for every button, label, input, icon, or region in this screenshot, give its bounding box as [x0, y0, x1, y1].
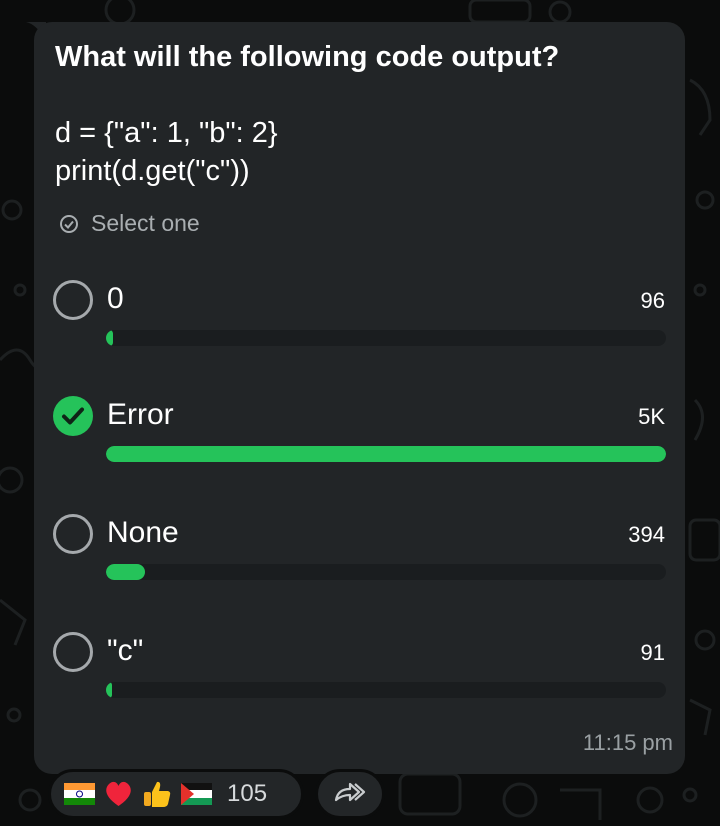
- option-label: "c": [107, 634, 144, 667]
- radio-button[interactable]: [53, 632, 93, 672]
- reactions-bar[interactable]: 105: [48, 769, 304, 819]
- reaction-count: 105: [227, 780, 268, 807]
- poll-option-none[interactable]: None 394: [0, 514, 720, 614]
- poll-option-error[interactable]: Error 5K: [0, 396, 720, 496]
- forward-button[interactable]: [315, 769, 385, 819]
- vote-progress-bar: [106, 682, 666, 698]
- vote-count: 91: [640, 640, 665, 665]
- flag-palestine-icon: [180, 779, 213, 809]
- checked-radio-icon[interactable]: [53, 396, 93, 436]
- code-line-1: d = {"a": 1, "b": 2}: [55, 117, 278, 149]
- poll-option-0[interactable]: 0 96: [0, 280, 720, 380]
- red-heart-icon: [102, 779, 135, 809]
- option-label: 0: [107, 282, 124, 315]
- vote-count: 96: [640, 288, 665, 313]
- vote-progress-bar: [106, 330, 666, 346]
- vote-progress-fill: [106, 446, 666, 462]
- poll-option-c[interactable]: "c" 91: [0, 632, 720, 732]
- message-timestamp: 11:15 pm: [582, 730, 673, 755]
- vote-count: 394: [628, 522, 665, 547]
- vote-count: 5K: [638, 404, 665, 429]
- select-one-hint: Select one: [59, 209, 200, 237]
- vote-progress-bar: [106, 446, 666, 462]
- forward-icon: [333, 780, 367, 809]
- vote-progress-fill: [106, 330, 113, 346]
- code-line-2: print(d.get("c")): [55, 155, 250, 187]
- poll-question: What will the following code output? d =…: [55, 38, 665, 190]
- option-label: None: [107, 516, 179, 549]
- thumbs-up-icon: [141, 779, 174, 809]
- poll-question-spacer: [55, 76, 665, 114]
- radio-button[interactable]: [53, 280, 93, 320]
- select-one-label: Select one: [91, 209, 200, 236]
- flag-india-icon: [63, 779, 96, 809]
- vote-progress-bar: [106, 564, 666, 580]
- vote-progress-fill: [106, 564, 146, 580]
- radio-button[interactable]: [53, 514, 93, 554]
- option-label: Error: [107, 398, 174, 431]
- check-circle-icon: [59, 213, 79, 233]
- vote-progress-fill: [106, 682, 113, 698]
- poll-question-title: What will the following code output?: [55, 41, 560, 73]
